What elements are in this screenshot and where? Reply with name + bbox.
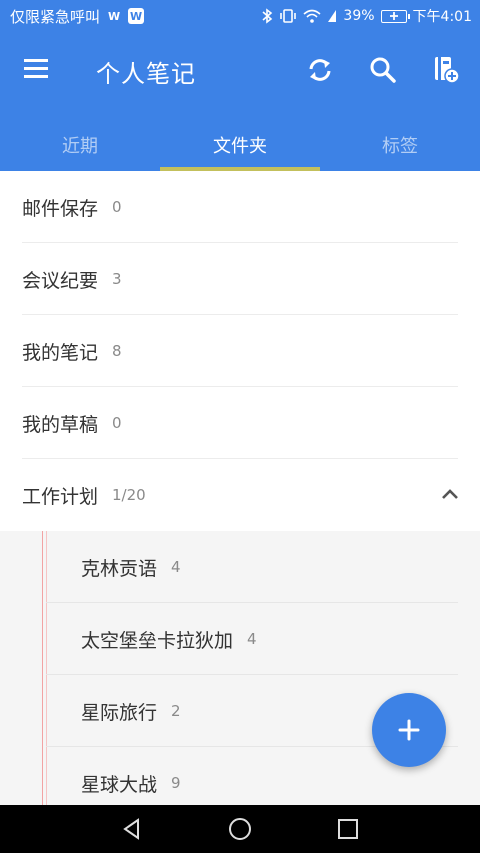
signal-icon (327, 8, 337, 24)
page-title: 个人笔记 (96, 60, 196, 88)
sync-icon (309, 59, 331, 81)
subfolder-item[interactable]: 克林贡语 4 (0, 531, 480, 603)
subfolder-name: 克林贡语 (81, 557, 158, 580)
app-bar: 个人笔记 近期 文件夹 标签 (0, 32, 480, 171)
back-icon (123, 818, 139, 840)
plus-icon (398, 719, 420, 741)
home-icon (229, 818, 251, 840)
battery-icon (380, 9, 410, 23)
folder-count: 1/20 (112, 486, 146, 504)
folder-name: 工作计划 (22, 485, 99, 508)
folder-item[interactable]: 邮件保存 0 (0, 171, 480, 243)
search-button[interactable] (365, 52, 401, 88)
battery-percent: 39% (343, 8, 375, 24)
carrier-text: 仅限紧急呼叫 (10, 7, 101, 26)
recents-icon (338, 819, 358, 839)
folder-count: 0 (112, 414, 122, 432)
recents-button[interactable] (334, 815, 362, 843)
subfolder-item[interactable]: 太空堡垒卡拉狄加 4 (0, 603, 480, 675)
new-notebook-button[interactable] (428, 52, 464, 88)
new-notebook-icon (435, 57, 460, 84)
tab-bar: 近期 文件夹 标签 (0, 118, 480, 171)
subfolder-count: 2 (171, 702, 181, 720)
folder-name: 会议纪要 (22, 269, 99, 292)
bluetooth-icon (261, 8, 273, 24)
menu-button[interactable] (22, 56, 52, 82)
status-bar: 仅限紧急呼叫 W W 39% 下午4:01 (0, 0, 480, 32)
clock-time: 下午4:01 (412, 9, 472, 25)
subfolder-count: 4 (171, 558, 181, 576)
folder-count: 8 (112, 342, 122, 360)
tab-tags[interactable]: 标签 (320, 118, 480, 171)
folder-item[interactable]: 我的笔记 8 (0, 315, 480, 387)
add-note-button[interactable] (372, 693, 446, 767)
folder-name: 我的草稿 (22, 413, 99, 436)
folder-name: 我的笔记 (22, 341, 99, 364)
wifi-icon (303, 8, 321, 24)
subfolder-count: 4 (247, 630, 257, 648)
subfolder-name: 太空堡垒卡拉狄加 (81, 629, 234, 652)
back-button[interactable] (118, 815, 146, 843)
vibrate-icon (279, 8, 297, 24)
folder-item-expanded[interactable]: 工作计划 1/20 (0, 459, 480, 531)
subfolder-name: 星球大战 (81, 773, 158, 796)
subfolder-count: 9 (171, 774, 181, 792)
folder-count: 3 (112, 270, 122, 288)
folder-count: 0 (112, 198, 122, 216)
sync-button[interactable] (302, 52, 338, 88)
folder-item[interactable]: 我的草稿 0 (0, 387, 480, 459)
system-nav-bar (0, 805, 480, 853)
folder-name: 邮件保存 (22, 197, 99, 220)
tab-recent[interactable]: 近期 (0, 118, 160, 171)
folder-item[interactable]: 会议纪要 3 (0, 243, 480, 315)
word-icon: W (128, 8, 145, 24)
search-icon (370, 57, 396, 83)
wps-icon: W (107, 9, 121, 23)
chevron-up-icon[interactable] (440, 485, 460, 505)
tab-folders[interactable]: 文件夹 (160, 118, 320, 171)
subfolder-name: 星际旅行 (81, 701, 158, 724)
subfolder-list: 克林贡语 4 太空堡垒卡拉狄加 4 星际旅行 2 星球大战 9 (0, 531, 480, 819)
home-button[interactable] (226, 815, 254, 843)
menu-icon (24, 59, 48, 78)
